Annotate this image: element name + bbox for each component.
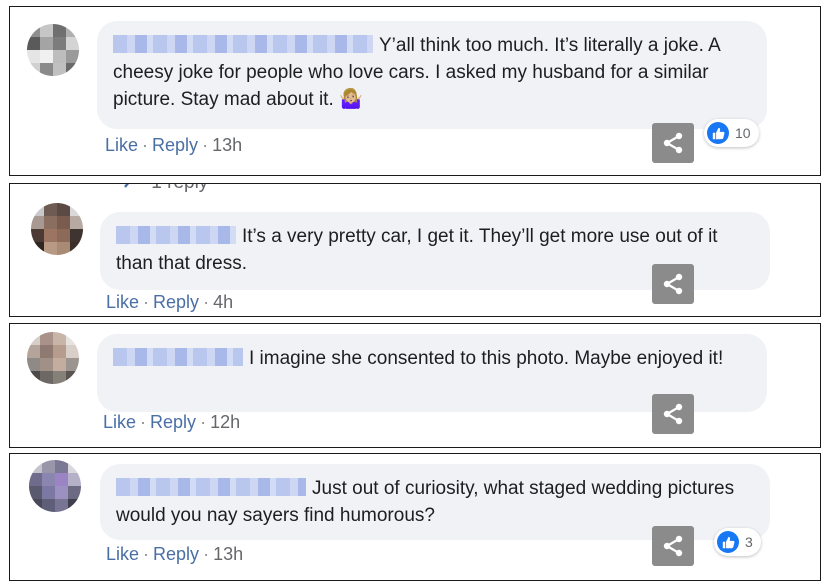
comment-bubble: Y’all think too much. It’s literally a j… — [97, 21, 767, 129]
thumbs-up-icon — [717, 531, 739, 553]
share-button[interactable] — [652, 394, 694, 434]
avatar[interactable] — [27, 332, 79, 384]
avatar[interactable] — [27, 24, 79, 76]
reply-link[interactable]: Reply — [153, 544, 199, 564]
comment-text: I imagine she consented to this photo. M… — [249, 348, 724, 369]
reply-arrow-icon — [124, 184, 129, 188]
comment-panel-4: Just out of curiosity, what staged weddi… — [9, 453, 821, 581]
separator: · — [202, 135, 209, 155]
thumbs-up-icon — [707, 122, 729, 144]
separator: · — [143, 544, 150, 564]
replies-link[interactable]: 1 reply — [114, 184, 208, 194]
like-link[interactable]: Like — [105, 135, 138, 155]
separator: · — [143, 292, 150, 312]
timestamp[interactable]: 13h — [212, 135, 242, 155]
like-link[interactable]: Like — [103, 412, 136, 432]
comment-panel-2: 1 reply It’s a very pretty car, I get it… — [9, 183, 821, 317]
commenter-name[interactable] — [113, 35, 373, 53]
timestamp[interactable]: 12h — [210, 412, 240, 432]
share-button[interactable] — [652, 123, 694, 163]
commenter-name[interactable] — [116, 226, 236, 244]
replies-count: 1 reply — [151, 184, 208, 193]
comment-panel-3: I imagine she consented to this photo. M… — [9, 323, 821, 448]
reaction-count-value: 3 — [745, 534, 753, 550]
comment-panel-1: Y’all think too much. It’s literally a j… — [9, 6, 821, 176]
separator: · — [200, 412, 207, 432]
comment-text-wrapper: I imagine she consented to this photo. M… — [97, 334, 767, 381]
separator: · — [203, 544, 210, 564]
timestamp[interactable]: 13h — [213, 544, 243, 564]
separator: · — [203, 292, 210, 312]
separator: · — [142, 135, 149, 155]
share-icon — [663, 535, 683, 557]
comment-actions: Like · Reply · 12h — [103, 412, 240, 433]
comment-text-wrapper: Y’all think too much. It’s literally a j… — [97, 21, 767, 122]
reaction-count-value: 10 — [735, 125, 751, 141]
reaction-count[interactable]: 10 — [704, 119, 759, 147]
comment-actions: Like · Reply · 4h — [106, 292, 233, 313]
commenter-name[interactable] — [113, 348, 243, 366]
comment-actions: Like · Reply · 13h — [105, 135, 242, 156]
reaction-count[interactable]: 3 — [714, 528, 761, 556]
share-icon — [663, 403, 683, 425]
like-link[interactable]: Like — [106, 292, 139, 312]
reply-link[interactable]: Reply — [152, 135, 198, 155]
avatar[interactable] — [29, 460, 81, 512]
comment-actions: Like · Reply · 13h — [106, 544, 243, 565]
separator: · — [140, 412, 147, 432]
share-button[interactable] — [652, 264, 694, 304]
share-button[interactable] — [652, 526, 694, 566]
reply-link[interactable]: Reply — [150, 412, 196, 432]
timestamp[interactable]: 4h — [213, 292, 233, 312]
share-icon — [663, 132, 683, 154]
share-icon — [663, 273, 683, 295]
reply-link[interactable]: Reply — [153, 292, 199, 312]
avatar[interactable] — [31, 203, 83, 255]
commenter-name[interactable] — [116, 478, 306, 496]
like-link[interactable]: Like — [106, 544, 139, 564]
